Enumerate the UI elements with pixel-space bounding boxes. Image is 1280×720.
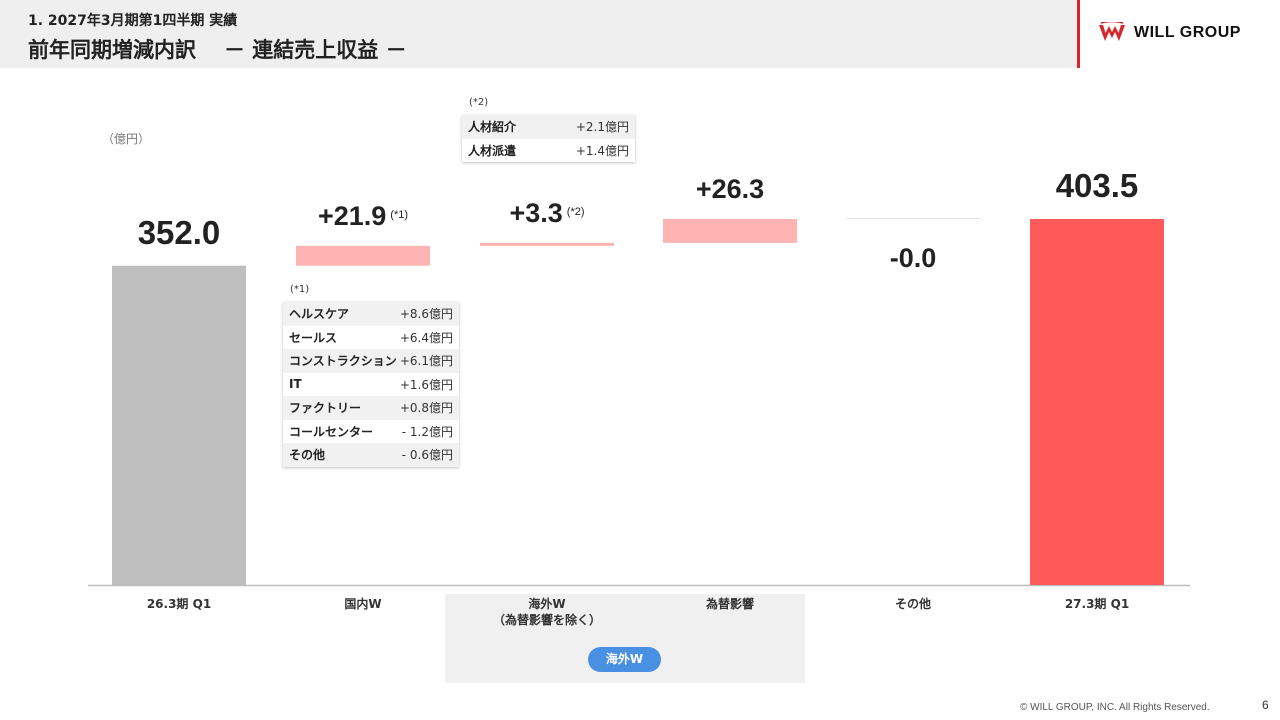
bar-start	[112, 265, 246, 585]
note1-breakdown-table: ヘルスケア +8.6億円 セールス +6.4億円 コンストラクション +6.1億円 I…	[283, 302, 459, 467]
copyright-text: © WILL GROUP, INC. All Rights Reserved.	[1020, 702, 1210, 713]
breakdown-row: ファクトリー +0.8億円	[283, 396, 459, 420]
category-label-other: その他	[894, 597, 932, 611]
category-label-start: 26.3期 Q1	[146, 597, 212, 611]
breakdown-row: コールセンター - 1.2億円	[289, 424, 453, 439]
breakdown-row: IT +1.6億円	[289, 377, 453, 392]
category-label-overseas: 海外W （為替影響を除く）	[492, 597, 602, 627]
breakdown-row: その他 - 0.6億円	[283, 443, 459, 467]
category-label-end: 27.3期 Q1	[1064, 597, 1130, 611]
bar-label-fx: +26.3	[695, 174, 765, 204]
bar-label-domestic: +21.9 (*1)	[317, 200, 409, 231]
bar-end	[1030, 219, 1164, 585]
page-number: 6	[1262, 698, 1269, 712]
breakdown-row: セールス +6.4億円	[289, 330, 453, 345]
bar-label-overseas: +3.3 (*2)	[509, 197, 585, 228]
bar-domestic	[296, 245, 430, 266]
waterfall-chart	[88, 218, 1190, 587]
note1-title: (*1)	[290, 284, 310, 295]
bar-label-start: 352.0	[137, 213, 221, 251]
note2-title: (*2)	[469, 97, 489, 108]
category-label-domestic: 国内W	[344, 597, 382, 611]
bar-other	[846, 218, 980, 219]
overseas-group-pill: 海外W	[588, 647, 661, 672]
category-label-fx: 為替影響	[705, 597, 755, 611]
breakdown-row: 人材紹介 +2.1億円	[462, 115, 635, 139]
breakdown-row: 人材派遣 +1.4億円	[468, 143, 629, 158]
breakdown-row: コンストラクション +6.1億円	[283, 349, 459, 373]
bar-overseas	[480, 242, 614, 246]
bar-label-other: -0.0	[889, 243, 937, 273]
note2-breakdown-table: 人材紹介 +2.1億円 人材派遣 +1.4億円	[462, 115, 635, 162]
bar-label-end: 403.5	[1055, 167, 1139, 204]
breakdown-row: ヘルスケア +8.6億円	[283, 302, 459, 326]
bar-fx	[663, 219, 797, 243]
